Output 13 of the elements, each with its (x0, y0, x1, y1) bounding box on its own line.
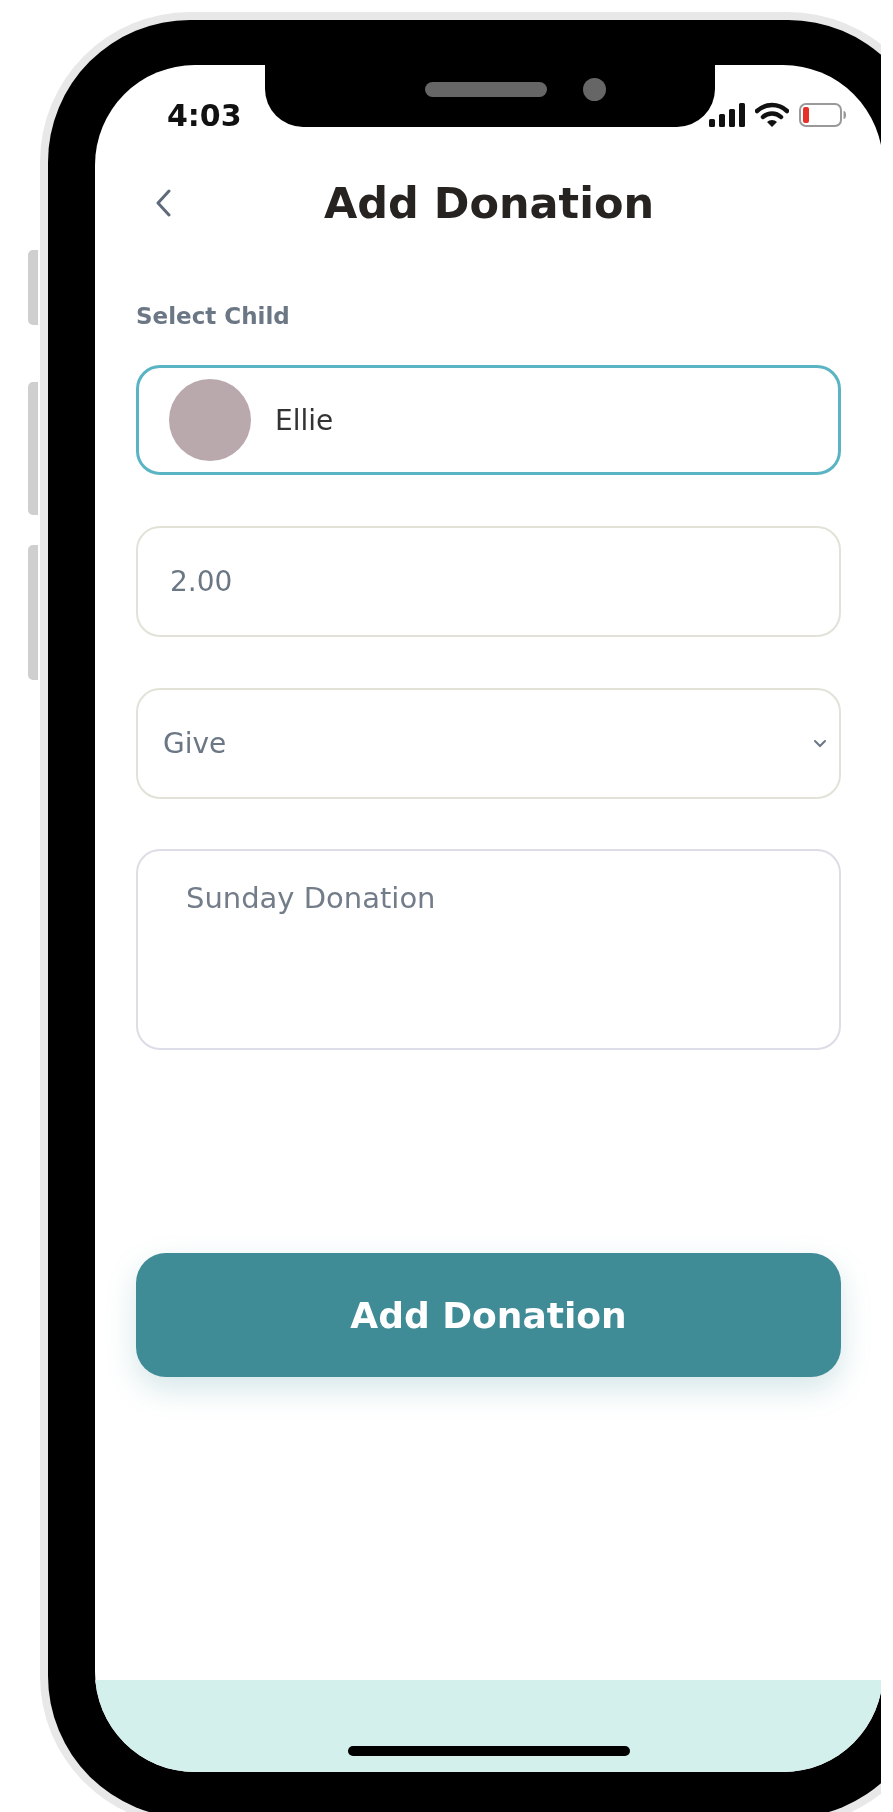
chevron-down-icon (813, 739, 827, 748)
wifi-icon (755, 102, 789, 128)
child-select-field[interactable]: Ellie (136, 365, 841, 475)
back-chevron-icon (155, 189, 171, 217)
note-field[interactable]: Sunday Donation (136, 849, 841, 1050)
field-label: Select Child (136, 302, 291, 330)
status-time: 4:03 (167, 97, 242, 133)
add-donation-button[interactable]: Add Donation (136, 1253, 841, 1377)
amount-field[interactable]: 2.00 (136, 526, 841, 637)
donation-type-dropdown[interactable]: Give (136, 688, 841, 799)
signal-icon (709, 103, 745, 127)
battery-icon (799, 103, 847, 127)
screen-title: Add Donation (323, 177, 655, 230)
